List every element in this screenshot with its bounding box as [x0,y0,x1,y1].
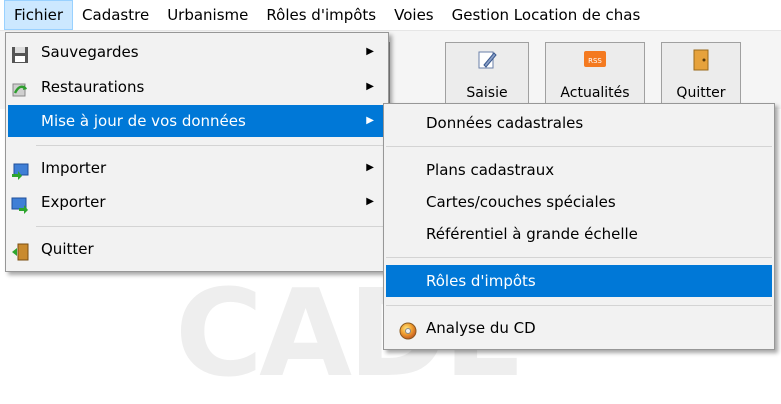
menu-item-mise-a-jour[interactable]: Mise à jour de vos données ▶ [8,105,386,137]
export-icon [11,193,29,214]
menu-item-label: Plans cadastraux [426,161,555,179]
menu-separator [386,305,772,306]
menu-item-label: Cartes/couches spéciales [426,193,616,211]
menu-item-importer[interactable]: Importer ▶ [8,152,386,184]
menu-item-label: Importer [41,159,107,177]
menu-item-label: Données cadastrales [426,114,584,132]
submenu-arrow-icon: ▶ [366,162,374,173]
import-icon [11,159,29,180]
menu-item-quitter[interactable]: Quitter [8,233,386,265]
menu-item-label: Référentiel à grande échelle [426,225,638,243]
submenu-item-cartes-couches[interactable]: Cartes/couches spéciales [386,186,772,218]
menu-item-restaurations[interactable]: Restaurations ▶ [8,71,386,103]
menu-item-label: Restaurations [41,78,145,96]
toolbar-button-actualites[interactable]: RSS Actualités [545,42,645,104]
menu-item-label: Quitter [41,240,94,258]
toolbar-button-quitter[interactable]: Quitter [661,42,741,104]
menu-roles-impots[interactable]: Rôles d'impôts [257,0,385,30]
toolbar-button-label: Saisie [466,85,508,101]
fichier-dropdown-menu: Sauvegardes ▶ Restaurations ▶ Mise à jou… [5,32,389,272]
menu-item-sauvegardes[interactable]: Sauvegardes ▶ [8,36,386,68]
restore-icon [11,78,29,97]
menu-gestion-location[interactable]: Gestion Location de chas [443,0,650,30]
menu-item-label: Analyse du CD [426,319,536,337]
mise-a-jour-submenu: Données cadastrales Plans cadastraux Car… [383,103,775,350]
menu-item-exporter[interactable]: Exporter ▶ [8,186,386,218]
submenu-item-referentiel[interactable]: Référentiel à grande échelle [386,218,772,250]
floppy-disk-icon [11,43,29,63]
menu-item-label: Mise à jour de vos données [41,112,246,130]
menu-item-label: Exporter [41,193,106,211]
submenu-arrow-icon: ▶ [366,46,374,57]
submenu-arrow-icon: ▶ [366,115,374,126]
submenu-arrow-icon: ▶ [366,81,374,92]
menu-urbanisme[interactable]: Urbanisme [158,0,257,30]
toolbar-button-label: Actualités [560,85,630,101]
menu-separator [386,257,772,258]
rss-icon: RSS [583,49,607,73]
menu-fichier[interactable]: Fichier [4,0,74,30]
menu-voies[interactable]: Voies [385,0,443,30]
pencil-paper-icon [476,49,498,75]
cd-disc-icon [399,319,417,340]
submenu-item-roles-impots[interactable]: Rôles d'impôts [386,265,772,297]
menu-cadastre[interactable]: Cadastre [73,0,158,30]
submenu-item-donnees-cadastrales[interactable]: Données cadastrales [386,107,772,139]
submenu-arrow-icon: ▶ [366,196,374,207]
menu-separator [386,146,772,147]
menu-separator [36,226,386,227]
menu-separator [36,145,386,146]
menubar: Fichier Cadastre Urbanisme Rôles d'impôt… [0,0,781,31]
toolbar-button-saisie[interactable]: Saisie [445,42,529,104]
toolbar-button-label: Quitter [676,85,726,101]
menu-item-label: Rôles d'impôts [426,272,536,290]
svg-text:RSS: RSS [588,57,602,65]
door-icon [692,49,710,75]
submenu-item-analyse-cd[interactable]: Analyse du CD [386,312,772,344]
submenu-item-plans-cadastraux[interactable]: Plans cadastraux [386,154,772,186]
exit-door-icon [11,240,29,261]
menu-item-label: Sauvegardes [41,43,139,61]
